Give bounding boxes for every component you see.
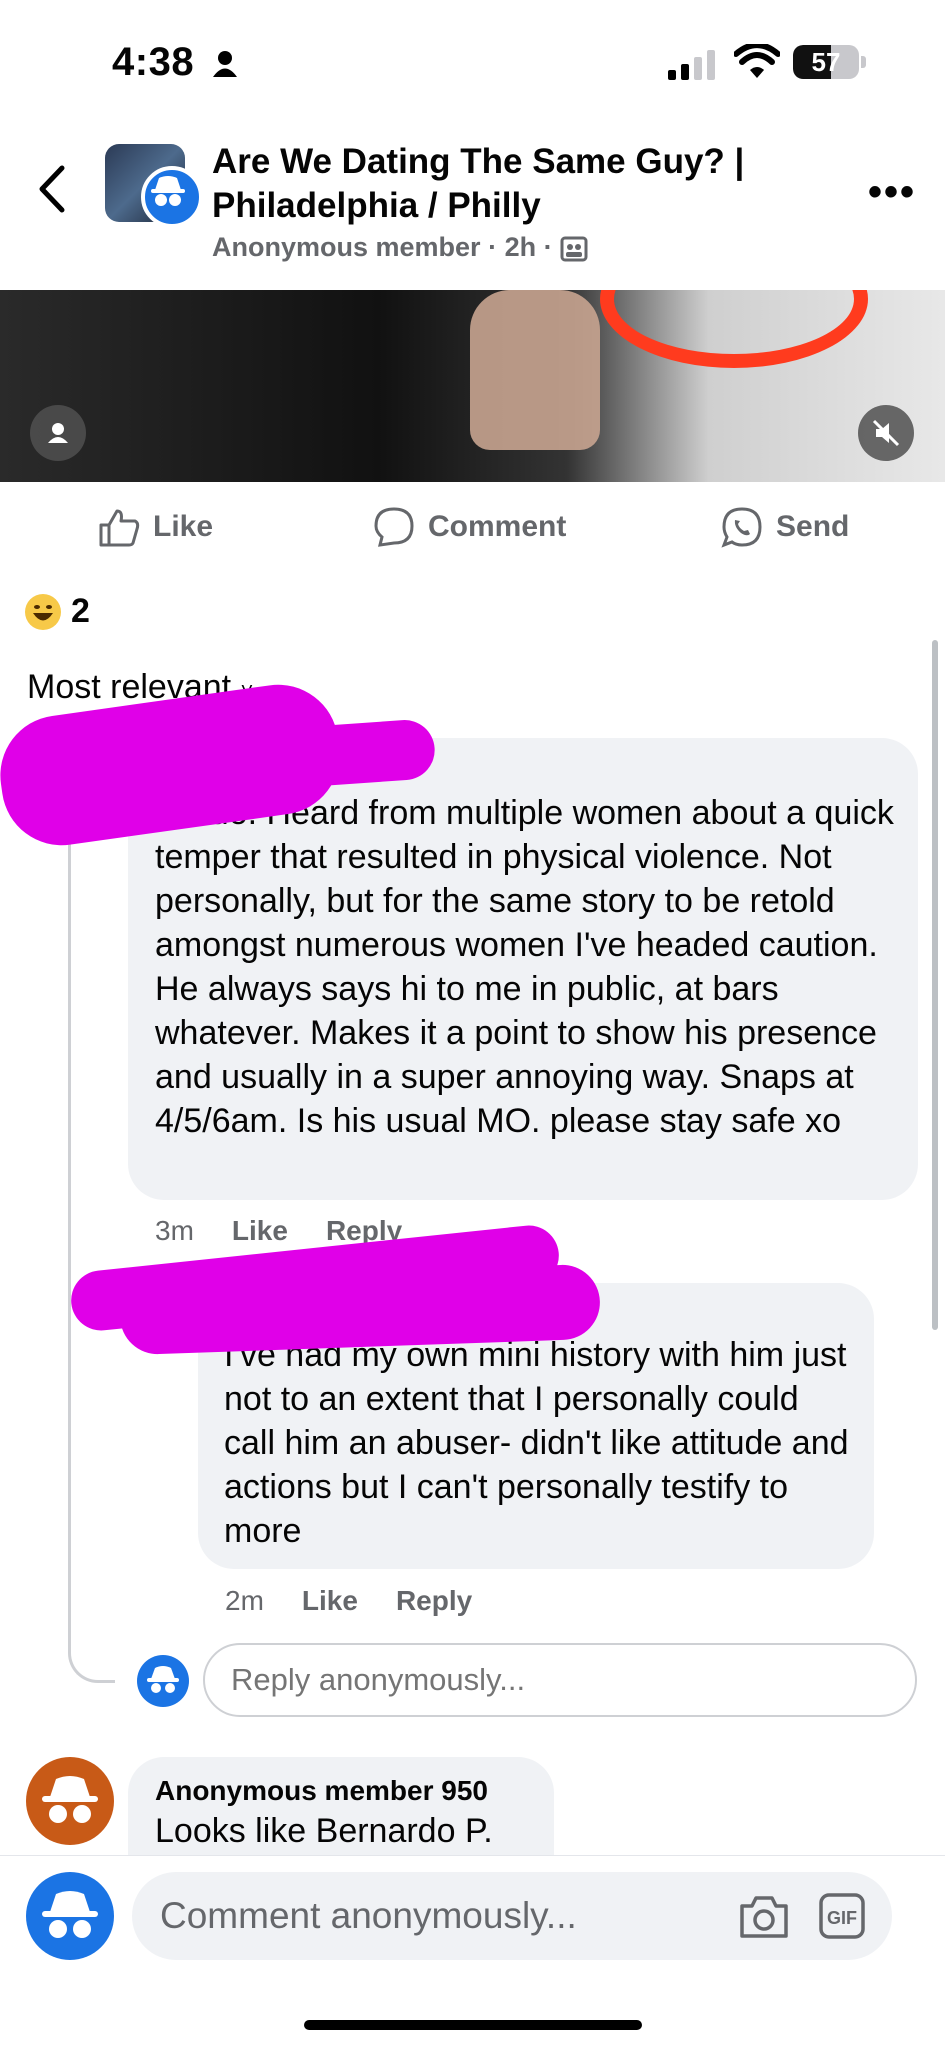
home-indicator[interactable] [304,2020,642,2030]
group-privacy-icon [560,236,588,262]
like-button[interactable]: Like [97,505,213,549]
anonymous-icon[interactable] [26,1757,114,1845]
video-frame-hand [470,290,600,450]
send-label: Send [776,510,850,543]
send-button[interactable]: Send [720,505,849,549]
separator: · [543,232,561,262]
scrollbar[interactable] [932,640,938,1330]
gif-icon[interactable]: GIF [818,1892,866,1940]
comment-label: Comment [428,510,567,543]
like-label: Like [153,510,214,543]
wifi-icon [734,44,780,78]
battery-level: 57 [811,47,841,77]
comment-text: Nardo. Heard from multiple women about a… [155,794,894,1140]
comment-button[interactable]: Comment [372,505,566,549]
profile-icon[interactable] [30,405,86,461]
reply-input[interactable] [203,1643,917,1717]
reply-reply-button[interactable]: Reply [396,1585,472,1617]
post-meta: Anonymous member · 2h · [212,232,588,263]
reply-like-button[interactable]: Like [302,1585,358,1617]
post-author: Anonymous member [212,232,481,262]
svg-text:GIF: GIF [827,1908,857,1928]
comment-author[interactable]: Anonymous member 950 [155,1775,488,1807]
comment-time: 3m [155,1215,194,1246]
post-time: 2h [504,232,537,262]
battery-cap [861,56,866,68]
reply-meta: 2m Like Reply [225,1585,472,1617]
comment-text: Looks like Bernardo P. [155,1812,493,1850]
back-icon[interactable] [36,164,66,214]
whatsapp-icon [721,507,762,548]
reaction-summary[interactable]: 2 [25,592,90,631]
signal-icon [668,50,715,80]
anonymous-icon [141,166,203,228]
group-title[interactable]: Are We Dating The Same Guy? | Philadelph… [212,140,812,228]
mute-icon[interactable] [858,405,914,461]
haha-reaction-icon [25,593,61,630]
camera-icon[interactable] [738,1892,790,1940]
comment-bubble: Anonymous member 950 Looks like Bernardo… [128,1757,554,1867]
like-icon [99,509,140,547]
anonymous-icon [137,1655,189,1707]
comment-placeholder: Comment anonymously... [160,1895,577,1936]
comment-like-button[interactable]: Like [232,1215,288,1247]
battery-indicator: 57 [793,45,859,79]
anonymous-icon[interactable] [26,1872,114,1960]
reaction-count: 2 [71,592,90,630]
comment-icon [374,507,414,547]
post-video[interactable] [0,290,945,482]
reply-text: I've had my own mini history with him ju… [224,1336,849,1550]
separator: · [488,232,505,262]
status-time: 4:38 [112,40,238,85]
video-frame-strap [600,290,868,368]
more-icon[interactable]: ••• [868,170,916,215]
reply-time: 2m [225,1585,264,1616]
person-icon [212,51,237,78]
thread-line [68,800,115,1683]
